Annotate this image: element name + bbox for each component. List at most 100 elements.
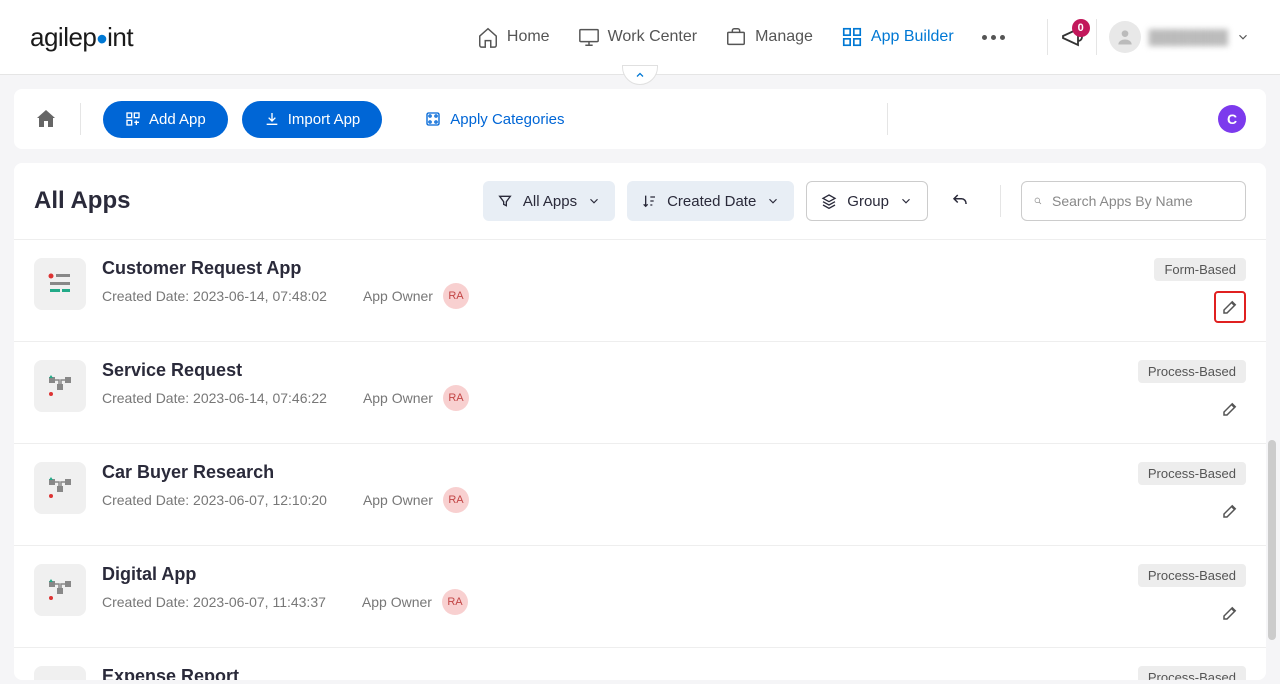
nav-manage[interactable]: Manage [725, 26, 813, 48]
app-icon [34, 666, 86, 680]
owner-badge: RA [443, 385, 469, 411]
logo: agilep•int [30, 22, 133, 53]
more-menu[interactable] [982, 35, 1005, 40]
context-badge[interactable]: C [1218, 105, 1246, 133]
edit-button[interactable] [1214, 291, 1246, 323]
apply-categories-button[interactable]: Apply Categories [424, 110, 564, 128]
nav-label: Work Center [608, 28, 698, 46]
edit-button[interactable] [1214, 393, 1246, 425]
monitor-icon [578, 26, 600, 48]
app-row[interactable]: Service Request Created Date: 2023-06-14,… [14, 342, 1266, 444]
edit-button[interactable] [1214, 597, 1246, 629]
notifications[interactable]: 0 [1060, 25, 1084, 49]
scope-filter[interactable]: All Apps [483, 181, 615, 221]
undo-icon [951, 192, 969, 210]
app-owner: App OwnerRA [363, 283, 469, 309]
type-tag: Process-Based [1138, 360, 1246, 383]
filter-label: Created Date [667, 193, 756, 210]
content-header: All Apps All Apps Created Date Group [14, 163, 1266, 240]
sort-filter[interactable]: Created Date [627, 181, 794, 221]
app-actions: Process-Based [1138, 360, 1246, 425]
created-date: Created Date: 2023-06-07, 12:10:20 [102, 492, 327, 508]
owner-badge: RA [442, 589, 468, 615]
type-tag: Form-Based [1154, 258, 1246, 281]
app-meta: Created Date: 2023-06-07, 12:10:20 App Ow… [102, 487, 1122, 513]
separator [1000, 185, 1001, 217]
group-filter[interactable]: Group [806, 181, 928, 221]
app-actions: Process-Based [1138, 462, 1246, 527]
chevron-up-icon [634, 69, 646, 81]
user-name: ████████ [1149, 29, 1228, 45]
app-name: Digital App [102, 564, 1122, 585]
app-icon [34, 564, 86, 616]
toolbar: Add App Import App Apply Categories C [14, 89, 1266, 149]
search-box[interactable] [1021, 181, 1246, 221]
logo-pre: agilep [30, 22, 96, 52]
search-input[interactable] [1052, 193, 1233, 209]
owner-label: App Owner [363, 492, 433, 508]
app-body: Service Request Created Date: 2023-06-14,… [102, 360, 1122, 411]
home-button[interactable] [34, 107, 58, 131]
avatar [1109, 21, 1141, 53]
created-date: Created Date: 2023-06-14, 07:48:02 [102, 288, 327, 304]
app-name: Customer Request App [102, 258, 1138, 279]
filter-label: Group [847, 193, 889, 210]
app-meta: Created Date: 2023-06-14, 07:48:02 App Ow… [102, 283, 1138, 309]
notif-badge: 0 [1072, 19, 1090, 37]
category-icon [424, 110, 442, 128]
button-label: Apply Categories [450, 111, 564, 128]
reset-button[interactable] [940, 181, 980, 221]
chevron-down-icon [587, 194, 601, 208]
nav-label: Home [507, 28, 550, 46]
edit-button[interactable] [1214, 495, 1246, 527]
nav-items: Home Work Center Manage App Builder [477, 26, 1005, 48]
app-actions: Process-Based [1138, 564, 1246, 629]
app-list[interactable]: Customer Request App Created Date: 2023-0… [14, 240, 1266, 680]
import-app-button[interactable]: Import App [242, 101, 383, 138]
nav-app-builder[interactable]: App Builder [841, 26, 954, 48]
nav-label: App Builder [871, 28, 954, 46]
scrollbar[interactable] [1268, 440, 1276, 640]
top-nav: agilep•int Home Work Center Manage App B… [0, 0, 1280, 75]
app-row[interactable]: Customer Request App Created Date: 2023-0… [14, 240, 1266, 342]
app-icon [34, 462, 86, 514]
search-icon [1034, 192, 1042, 210]
app-meta: Created Date: 2023-06-14, 07:46:22App Ow… [102, 385, 1122, 411]
owner-badge: RA [443, 487, 469, 513]
created-date: Created Date: 2023-06-14, 07:46:22 [102, 390, 327, 406]
app-actions: Process-Based [1138, 666, 1246, 680]
app-name: Car Buyer Research [102, 462, 1122, 483]
app-body: Customer Request App Created Date: 2023-0… [102, 258, 1138, 309]
home-icon [34, 107, 58, 131]
app-owner: App Owner RA [363, 487, 469, 513]
app-name: Service Request [102, 360, 1122, 381]
person-icon [1115, 27, 1135, 47]
app-icon [34, 258, 86, 310]
add-app-button[interactable]: Add App [103, 101, 228, 138]
download-icon [264, 111, 280, 127]
separator [887, 103, 888, 135]
collapse-toggle[interactable] [622, 65, 658, 85]
sort-icon [641, 193, 657, 209]
app-owner: App OwnerRA [362, 589, 468, 615]
grid-icon [841, 26, 863, 48]
created-date: Created Date: 2023-06-07, 11:43:37 [102, 594, 326, 610]
page-title: All Apps [34, 187, 130, 215]
logo-post: int [107, 22, 133, 52]
nav-home[interactable]: Home [477, 26, 550, 48]
chevron-down-icon [766, 194, 780, 208]
app-row[interactable]: Digital App Created Date: 2023-06-07, 11:… [14, 546, 1266, 648]
app-row[interactable]: Car Buyer Research Created Date: 2023-06-… [14, 444, 1266, 546]
app-row[interactable]: Expense ReportApp OwnerRAProcess-Based [14, 648, 1266, 680]
content-panel: All Apps All Apps Created Date Group Cus… [14, 163, 1266, 680]
logo-dot: • [96, 21, 107, 57]
owner-label: App Owner [363, 288, 433, 304]
nav-work-center[interactable]: Work Center [578, 26, 698, 48]
separator [1047, 19, 1048, 55]
app-body: Digital App Created Date: 2023-06-07, 11:… [102, 564, 1122, 615]
filter-icon [497, 193, 513, 209]
app-body: Car Buyer Research Created Date: 2023-06-… [102, 462, 1122, 513]
chevron-down-icon [899, 194, 913, 208]
separator [1096, 19, 1097, 55]
user-menu[interactable]: ████████ [1109, 21, 1250, 53]
